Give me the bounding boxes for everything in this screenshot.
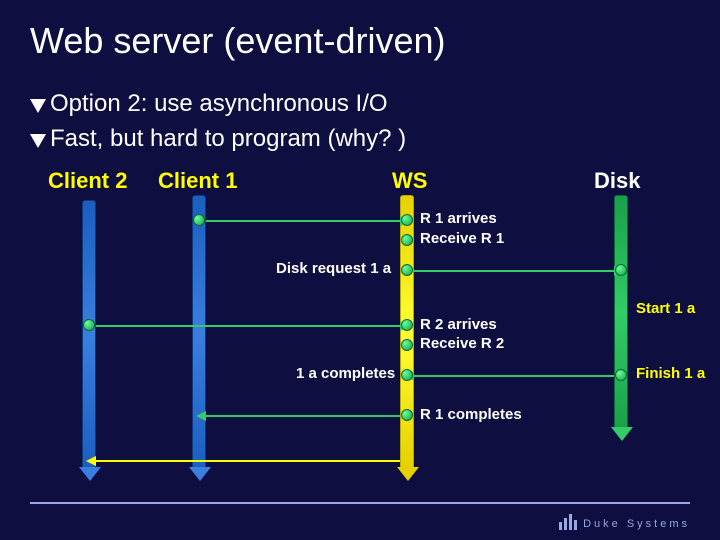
event-dot	[401, 409, 413, 421]
bullet-text: Option 2: use asynchronous I/O	[50, 90, 388, 118]
event-dot	[83, 319, 95, 331]
label-finish-1a: Finish 1 a	[636, 365, 705, 382]
bullet-arrow-icon	[30, 134, 46, 148]
msg-1a-completes	[414, 375, 614, 377]
label-r1-arrives: R 1 arrives	[420, 210, 497, 227]
event-dot	[401, 264, 413, 276]
event-dot	[401, 214, 413, 226]
lifeline-client1	[192, 195, 206, 470]
column-header-disk: Disk	[594, 168, 640, 194]
bullet-text: Fast, but hard to program (why? )	[50, 125, 406, 153]
footer-divider	[30, 502, 690, 504]
msg-r1-completes	[206, 415, 400, 417]
bullet-item: Fast, but hard to program (why? )	[30, 125, 406, 153]
label-1a-completes: 1 a completes	[296, 365, 395, 382]
label-disk-request-1a: Disk request 1 a	[276, 260, 391, 277]
lifeline-disk	[614, 195, 628, 430]
column-header-client1: Client 1	[158, 168, 237, 194]
msg-r2-arrives	[96, 325, 400, 327]
event-dot	[615, 264, 627, 276]
msg-disk-request-1a	[414, 270, 614, 272]
event-dot	[401, 234, 413, 246]
label-receive-r2: Receive R 2	[420, 335, 504, 352]
msg-return-client2	[96, 460, 400, 462]
footer-logo: Duke Systems	[559, 514, 690, 530]
footer-text: Duke Systems	[583, 518, 690, 530]
msg-r1-arrives	[206, 220, 400, 222]
bullet-item: Option 2: use asynchronous I/O	[30, 90, 388, 118]
column-header-client2: Client 2	[48, 168, 127, 194]
event-dot	[401, 319, 413, 331]
bullet-arrow-icon	[30, 99, 46, 113]
label-receive-r1: Receive R 1	[420, 230, 504, 247]
event-dot	[401, 339, 413, 351]
slide-title: Web server (event-driven)	[30, 20, 445, 62]
sequence-diagram: Client 2 Client 1 WS Disk R 1 arrives Re…	[0, 160, 720, 490]
event-dot	[193, 214, 205, 226]
label-start-1a: Start 1 a	[636, 300, 695, 317]
event-dot	[615, 369, 627, 381]
label-r2-arrives: R 2 arrives	[420, 316, 497, 333]
event-dot	[401, 369, 413, 381]
lifeline-client2	[82, 200, 96, 470]
label-r1-completes: R 1 completes	[420, 406, 522, 423]
column-header-ws: WS	[392, 168, 427, 194]
logo-bars-icon	[559, 514, 577, 530]
